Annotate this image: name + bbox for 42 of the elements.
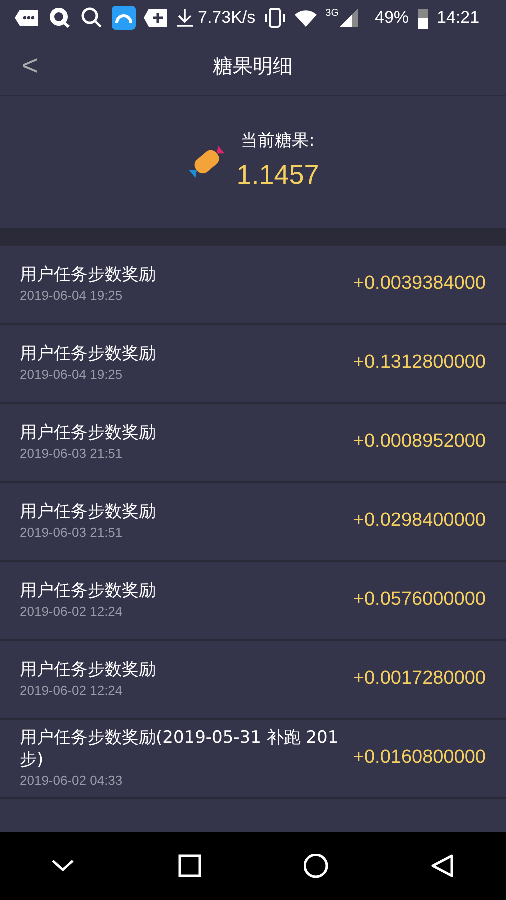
- page-title: 糖果明细: [213, 52, 293, 80]
- record-title: 用户任务步数奖励: [20, 658, 156, 681]
- record-title: 用户任务步数奖励: [20, 264, 156, 286]
- record-date: 2019-06-03 21:51: [20, 524, 124, 542]
- vibrate-icon: [264, 8, 286, 28]
- record-date: 2019-06-03 21:51: [20, 444, 124, 463]
- record-amount: +0.0160800000: [353, 746, 486, 770]
- back-button[interactable]: <: [14, 48, 46, 84]
- balance-label: 当前糖果:: [241, 130, 315, 153]
- record-date: 2019-06-02 12:24: [20, 682, 124, 700]
- record-title: 用户任务步数奖励(2019-05-31 补跑 201步): [20, 726, 340, 771]
- network-type: 3G: [326, 7, 339, 21]
- record-date: 2019-06-04 19:25: [20, 366, 124, 384]
- plus-tag-icon: [144, 8, 168, 28]
- download-speed: 7.73K/s: [198, 7, 256, 30]
- battery-icon: [417, 7, 430, 29]
- balance-amount: 1.1457: [236, 158, 320, 192]
- record-amount: +0.0017280000: [353, 667, 486, 692]
- battery-percent: 49%: [375, 7, 410, 30]
- record-amount: +0.0298400000: [353, 509, 486, 534]
- record-amount: +0.0039384000: [353, 272, 486, 296]
- record-amount: +0.1312800000: [353, 351, 486, 376]
- record-date: 2019-06-02 04:33: [20, 772, 124, 790]
- app-icon: [112, 6, 136, 30]
- clock: 14:21: [437, 7, 480, 30]
- download-icon: [176, 8, 194, 28]
- search-icon: [80, 6, 104, 30]
- signal-icon: [339, 8, 359, 28]
- record-title: 用户任务步数奖励: [20, 580, 156, 602]
- wifi-icon: [294, 8, 318, 28]
- record-date: 2019-06-02 12:24: [20, 602, 124, 621]
- recents-icon: [178, 854, 202, 878]
- chat-bubble-icon: [48, 6, 72, 30]
- record-amount: +0.0008952000: [353, 430, 486, 454]
- message-icon: [14, 7, 40, 29]
- home-icon: [304, 854, 328, 878]
- record-title: 用户任务步数奖励: [20, 500, 156, 523]
- record-amount: +0.0576000000: [353, 588, 486, 612]
- back-icon: [430, 854, 455, 878]
- record-date: 2019-06-04 19:25: [20, 286, 124, 305]
- record-title: 用户任务步数奖励: [20, 342, 156, 365]
- record-title: 用户任务步数奖励: [20, 422, 156, 444]
